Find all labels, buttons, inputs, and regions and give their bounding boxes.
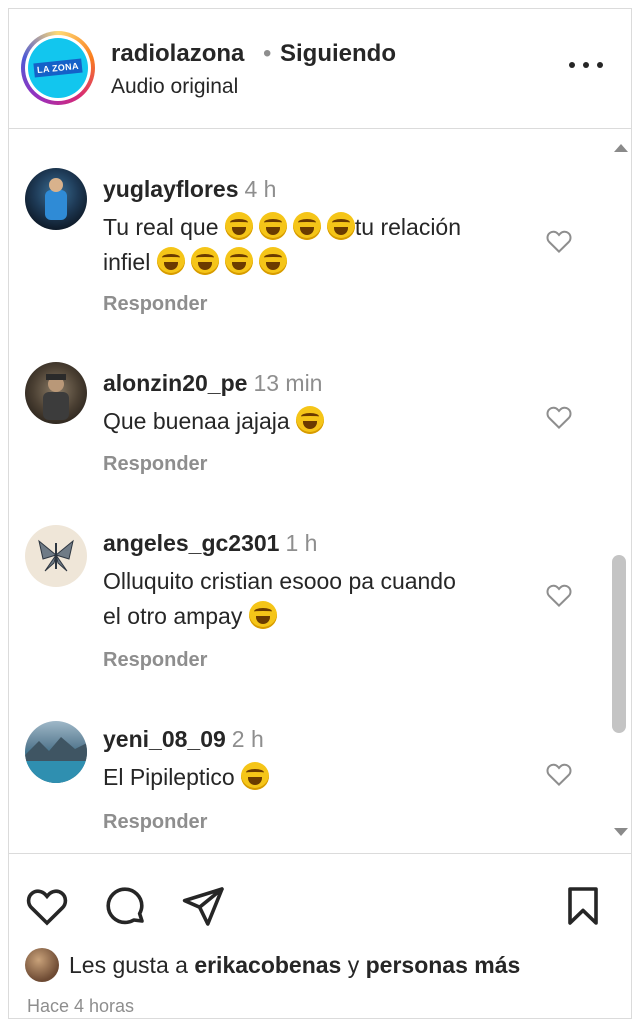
comment-username[interactable]: angeles_gc2301 [103,530,279,556]
comment-item: alonzin20_pe 13 min Que buenaa jajaja Res… [9,362,609,490]
audio-link[interactable]: Audio original [111,75,238,99]
separator-dot: • [263,40,272,67]
scrollbar-thumb[interactable] [612,555,626,733]
comment-like-heart-icon[interactable] [543,226,575,256]
reply-button[interactable]: Responder [103,811,207,834]
reply-button[interactable]: Responder [103,453,207,476]
comments-list[interactable]: yuglayflores 4 h Tu real que tu relación … [9,130,631,852]
comment-time: 2 h [231,726,264,752]
commenter-avatar[interactable] [25,721,87,783]
comment-text: Tu real que tu relación infiel [103,212,462,275]
comment-item: yeni_08_09 2 h El Pipileptico Responder [9,721,609,852]
tears-of-joy-emoji [258,212,287,240]
comment-time: 4 h [244,176,277,202]
more-options-icon[interactable] [569,53,603,77]
post-header: LA ZONA radiolazona • Siguiendo Audio or… [9,9,631,129]
liker-avatar[interactable] [25,948,59,982]
tears-of-joy-emoji [248,601,277,629]
comment-text: Olluquito cristian esooo pa cuando el ot… [103,568,456,629]
save-bookmark-icon[interactable] [559,882,607,930]
tears-of-joy-emoji [292,212,321,240]
comment-like-heart-icon[interactable] [543,402,575,432]
post-timestamp[interactable]: Hace 4 horas [27,996,134,1017]
reply-button[interactable]: Responder [103,649,207,672]
scroll-up-arrow-icon[interactable] [614,144,628,152]
tears-of-joy-emoji [224,247,253,275]
tears-of-joy-emoji [224,212,253,240]
tears-of-joy-emoji [326,212,355,240]
commenter-avatar[interactable] [25,525,87,587]
tears-of-joy-emoji [296,406,325,434]
comment-item: angeles_gc2301 1 h Olluquito cristian eso… [9,525,609,680]
comment-username[interactable]: yuglayflores [103,176,239,202]
liker-username[interactable]: erikacobenas [194,952,341,979]
comment-time: 13 min [253,370,323,396]
like-heart-icon[interactable] [23,882,71,930]
likes-summary: Les gusta a erikacobenas y personas más [25,947,520,983]
following-button[interactable]: Siguiendo [280,40,396,68]
comment-like-heart-icon[interactable] [543,580,575,610]
reply-button[interactable]: Responder [103,293,207,316]
tears-of-joy-emoji [156,247,185,275]
comment-text: El Pipileptico [103,760,533,795]
comment-text: Que buenaa jajaja [103,404,533,439]
comment-bubble-icon[interactable] [101,882,149,930]
share-paper-plane-icon[interactable] [179,882,227,930]
comment-username[interactable]: yeni_08_09 [103,726,226,752]
comment-time: 1 h [285,530,318,556]
commenter-avatar[interactable] [25,168,87,230]
logo-badge: LA ZONA [33,58,83,78]
radio-logo: LA ZONA [28,38,88,98]
comment-like-heart-icon[interactable] [543,759,575,789]
tears-of-joy-emoji [190,247,219,275]
tears-of-joy-emoji [258,247,287,275]
others-likes-link[interactable]: personas más [366,952,521,979]
account-avatar[interactable]: LA ZONA [21,31,95,105]
commenter-avatar[interactable] [25,362,87,424]
comments-scrollbar[interactable] [609,130,631,852]
tears-of-joy-emoji [241,762,270,790]
comment-username[interactable]: alonzin20_pe [103,370,247,396]
account-name[interactable]: radiolazona [111,40,244,68]
post-actions-footer: Les gusta a erikacobenas y personas más … [9,853,631,1019]
post-panel: LA ZONA radiolazona • Siguiendo Audio or… [8,8,632,1019]
scroll-down-arrow-icon[interactable] [614,828,628,836]
comment-item: yuglayflores 4 h Tu real que tu relación … [9,168,609,326]
